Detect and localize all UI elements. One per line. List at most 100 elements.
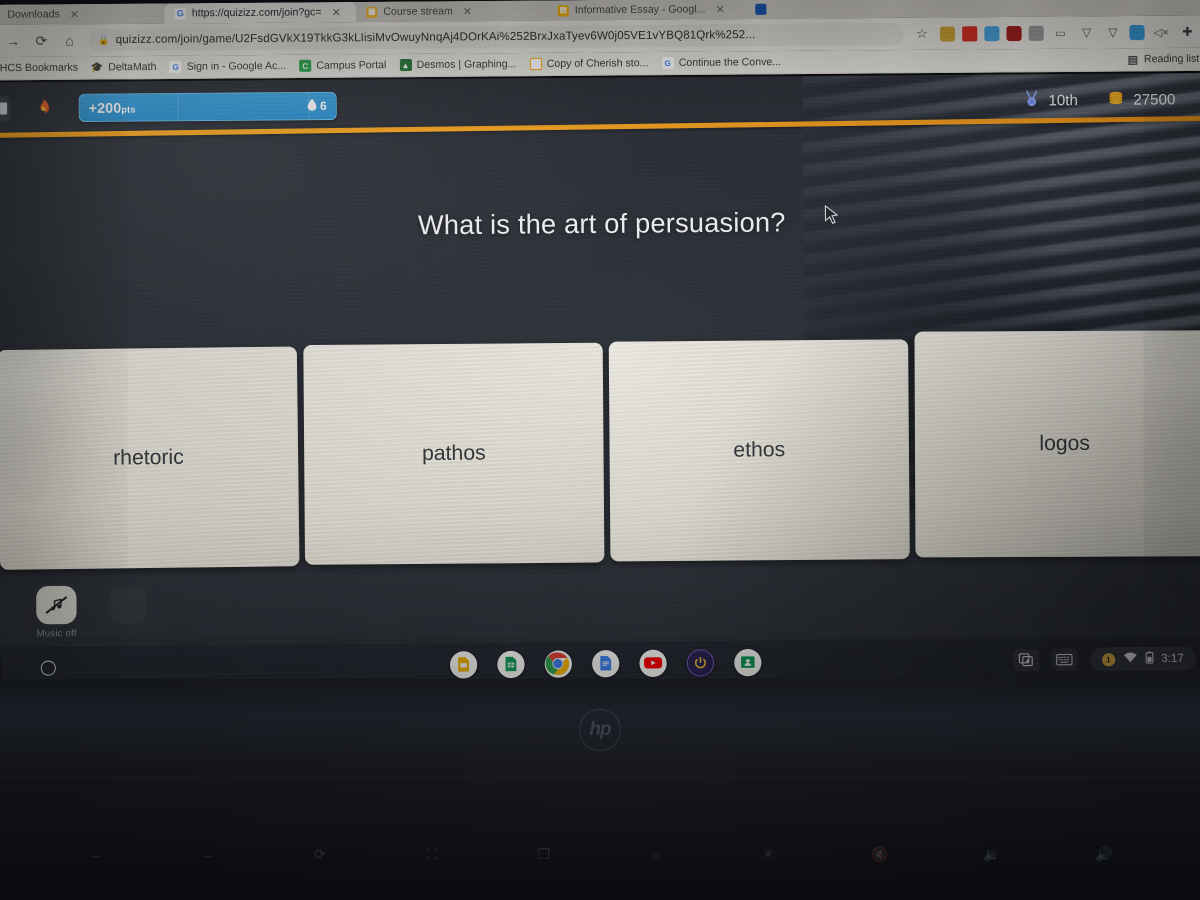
- bookmark-continue-conversation[interactable]: G Continue the Conve...: [661, 56, 782, 70]
- score-value: 27500: [1133, 90, 1176, 109]
- function-key-row: ← → ⟳ ⛶ ❐ ☼ ☀ 🔇 🔉 🔊: [0, 829, 1200, 879]
- mute-tab-icon[interactable]: ◁×: [1152, 22, 1171, 41]
- star-icon[interactable]: ☆: [913, 26, 931, 42]
- extension-3-icon[interactable]: [984, 25, 1000, 41]
- bookmark-hcs-bookmarks[interactable]: HCS Bookmarks: [0, 62, 78, 75]
- hp-logo: hp: [579, 709, 621, 751]
- volume-up-key[interactable]: 🔊: [1091, 843, 1117, 865]
- close-icon[interactable]: ✕: [463, 5, 472, 18]
- google-icon: G: [174, 7, 186, 19]
- home-icon[interactable]: ⌂: [60, 31, 79, 50]
- hp-logo-text: hp: [589, 719, 611, 740]
- reading-list-button[interactable]: ▤ Reading list: [1127, 53, 1200, 66]
- tab-quizizz[interactable]: G https://quizizz.com/join?gc= ✕: [164, 1, 357, 24]
- close-icon[interactable]: ✕: [332, 6, 341, 19]
- brightness-down-key[interactable]: ☼: [643, 843, 669, 865]
- bookmark-deltamath[interactable]: 🎓 DeltaMath: [91, 61, 157, 74]
- back-key[interactable]: ←: [83, 843, 109, 865]
- hinge-line: [0, 777, 1200, 778]
- youtube-icon[interactable]: [638, 649, 667, 677]
- quizizz-game-page: +200pts 6 10th 27500 What is the art of …: [0, 72, 1200, 667]
- bookmarks-spacer: [794, 59, 1114, 62]
- water-drop-icon: [307, 98, 318, 114]
- extension-8-icon[interactable]: ▽: [1103, 23, 1122, 42]
- arrow-right-icon[interactable]: →: [3, 31, 22, 50]
- forward-key[interactable]: →: [195, 843, 221, 865]
- extension-5-icon[interactable]: [1028, 25, 1044, 41]
- close-icon[interactable]: ✕: [716, 3, 725, 16]
- answer-option-3[interactable]: ethos: [608, 339, 910, 562]
- bookmark-label: Sign in - Google Ac...: [186, 59, 287, 73]
- answer-options: rhetoric pathos ethos logos: [0, 330, 1200, 573]
- docs-icon: ▤: [557, 4, 569, 16]
- tab-extra[interactable]: [745, 0, 816, 20]
- answer-option-4[interactable]: logos: [914, 330, 1200, 558]
- bookmark-desmos[interactable]: ▲ Desmos | Graphing...: [399, 58, 516, 72]
- points-progress-bar: +200pts 6: [78, 91, 337, 123]
- extension-4-icon[interactable]: [1006, 25, 1022, 41]
- bookmark-campus-portal[interactable]: C Campus Portal: [299, 59, 386, 72]
- extension-toolbar: ▭ ▽ ▽ ◁× ✚: [939, 22, 1199, 43]
- laptop-bezel-and-keyboard: hp ← → ⟳ ⛶ ❐ ☼ ☀ 🔇 🔉 🔊: [0, 679, 1200, 900]
- extension-7-icon[interactable]: ▽: [1077, 23, 1096, 42]
- rank-stat: 10th: [1024, 89, 1078, 111]
- answer-label: logos: [1039, 431, 1091, 456]
- secondary-toggle-button[interactable]: [109, 587, 148, 624]
- classroom-icon: ▦: [366, 6, 378, 18]
- streak-count: 6: [319, 98, 327, 114]
- overview-key[interactable]: ❐: [531, 843, 557, 865]
- extension-2-icon[interactable]: [962, 25, 978, 42]
- google-sheets-icon[interactable]: [496, 650, 525, 678]
- tab-downloads[interactable]: Downloads ✕: [0, 3, 165, 25]
- tab-label: Downloads: [7, 8, 60, 21]
- tab-informative-essay[interactable]: ▤ Informative Essay - Googl... ✕: [547, 0, 746, 21]
- game-header-right: 10th 27500: [1024, 89, 1189, 111]
- bookmark-google-signin[interactable]: G Sign in - Google Ac...: [169, 59, 287, 73]
- reload-icon[interactable]: ⟳: [32, 31, 51, 50]
- slides-icon: [529, 57, 542, 71]
- points-unit: pts: [121, 104, 136, 115]
- sidebar-peek-glyph: [0, 102, 7, 115]
- reload-key[interactable]: ⟳: [307, 843, 333, 865]
- address-bar[interactable]: 🔒 quizizz.com/join/game/U2FsdGVkX19TkkG3…: [88, 22, 905, 52]
- google-classroom-icon[interactable]: [733, 648, 762, 676]
- score-stat: 27500: [1108, 90, 1175, 110]
- volume-down-key[interactable]: 🔉: [979, 843, 1005, 865]
- music-toggle-button[interactable]: Music off: [36, 585, 77, 640]
- chrome-browser-chrome: Downloads ✕ G https://quizizz.com/join?g…: [0, 0, 1200, 81]
- tab-label: Informative Essay - Googl...: [574, 3, 706, 17]
- sidebar-peek-handle[interactable]: [0, 95, 11, 122]
- music-off-icon: [36, 585, 77, 625]
- tab-course-stream[interactable]: ▦ Course stream ✕: [356, 0, 548, 23]
- fullscreen-key[interactable]: ⛶: [419, 843, 445, 865]
- extension-9-icon[interactable]: [1129, 24, 1145, 40]
- desmos-icon: ▲: [399, 58, 412, 72]
- google-slides-icon[interactable]: [449, 650, 477, 679]
- mute-key[interactable]: 🔇: [867, 843, 893, 865]
- brightness-up-key[interactable]: ☀: [755, 843, 781, 865]
- answer-option-2[interactable]: pathos: [303, 342, 605, 565]
- reading-list-label: Reading list: [1143, 52, 1200, 66]
- reading-list-icon: ▤: [1127, 53, 1139, 66]
- bookmark-label: Continue the Conve...: [678, 56, 782, 69]
- fire-avatar-icon: [30, 95, 56, 121]
- extension-1-icon[interactable]: [939, 25, 956, 42]
- coin-stack-icon: [1108, 90, 1124, 109]
- points-value: +200pts: [88, 99, 136, 116]
- extensions-puzzle-icon[interactable]: ✚: [1178, 22, 1197, 41]
- answer-option-1[interactable]: rhetoric: [0, 346, 300, 570]
- google-docs-icon[interactable]: [591, 649, 619, 677]
- google-icon: G: [169, 60, 182, 73]
- google-icon: G: [661, 56, 674, 70]
- tab-label: https://quizizz.com/join?gc=: [191, 6, 322, 20]
- power-icon[interactable]: [686, 648, 714, 677]
- laptop-screen: +200pts 6 10th 27500 What is the art of …: [0, 0, 1200, 691]
- bookmark-label: HCS Bookmarks: [0, 61, 79, 75]
- game-header-left: +200pts 6: [0, 91, 337, 123]
- bookmark-cherish-story[interactable]: Copy of Cherish sto...: [529, 57, 648, 71]
- extension-6-icon[interactable]: ▭: [1051, 23, 1070, 42]
- points-number: +200: [88, 99, 122, 116]
- chrome-icon[interactable]: [544, 649, 572, 678]
- close-icon[interactable]: ✕: [70, 8, 79, 21]
- medal-icon: [1024, 89, 1039, 111]
